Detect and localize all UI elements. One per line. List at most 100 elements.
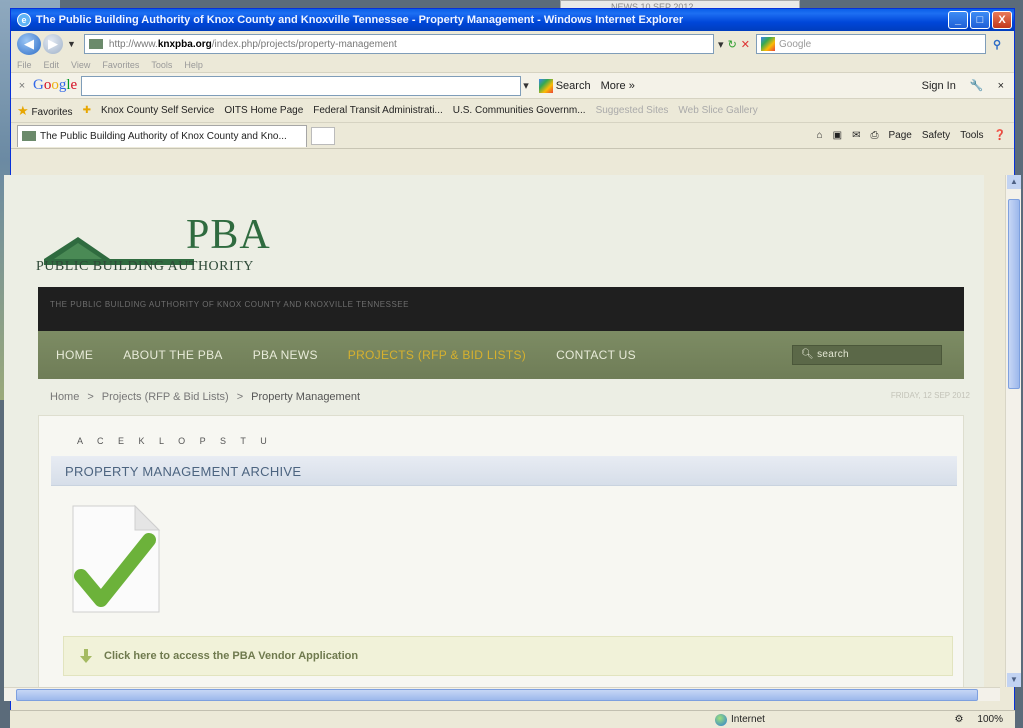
address-bar[interactable]: http://www. knxpba.org /index.php/projec…: [83, 34, 715, 54]
close-button[interactable]: X: [992, 11, 1012, 29]
scroll-down-icon[interactable]: ▼: [1007, 673, 1021, 687]
menu-edit[interactable]: Edit: [44, 60, 60, 70]
nav-home[interactable]: HOME: [56, 348, 93, 362]
safety-menu[interactable]: Safety: [922, 130, 950, 141]
zoom-level[interactable]: 100%: [977, 714, 1003, 725]
history-dropdown-icon[interactable]: ▼: [67, 39, 76, 49]
google-more-button[interactable]: More »: [601, 80, 635, 92]
stop-icon[interactable]: ✕: [741, 38, 750, 51]
fav-item-web-slice[interactable]: Web Slice Gallery: [678, 105, 757, 116]
nav-projects[interactable]: PROJECTS (RFP & BID LISTS): [348, 348, 526, 362]
google-icon: [538, 78, 553, 93]
horizontal-scroll-thumb[interactable]: [16, 689, 978, 701]
nav-about[interactable]: ABOUT THE PBA: [123, 348, 222, 362]
zone-label: Internet: [731, 714, 765, 725]
favorites-button[interactable]: ★ Favorites: [17, 103, 73, 119]
vendor-application-link[interactable]: Click here to access the PBA Vendor Appl…: [63, 636, 953, 676]
feeds-icon[interactable]: ▣: [833, 130, 842, 141]
wrench-icon[interactable]: 🔧: [970, 79, 984, 92]
archive-header: PROPERTY MANAGEMENT ARCHIVE: [51, 456, 957, 486]
minimize-button[interactable]: _: [948, 11, 968, 29]
alphabet-letters[interactable]: A C E K L O P S T U: [77, 436, 273, 446]
globe-icon: [715, 713, 727, 726]
zoom-area: ⚙ 100%: [954, 714, 1003, 725]
tab-pba[interactable]: The Public Building Authority of Knox Co…: [17, 124, 307, 147]
add-favorite-icon[interactable]: ✚: [83, 105, 91, 116]
breadcrumb-separator: >: [236, 391, 244, 403]
site-favicon-icon: [88, 39, 103, 49]
home-icon[interactable]: ⌂: [817, 130, 823, 141]
vertical-scrollbar[interactable]: ▲ ▼: [1005, 175, 1021, 687]
print-icon[interactable]: ⎙: [870, 130, 878, 141]
logo-abbr: PBA: [186, 212, 271, 258]
fav-item-oits[interactable]: OITS Home Page: [224, 105, 303, 116]
fav-item-us-communities[interactable]: U.S. Communities Governm...: [453, 105, 586, 116]
google-toolbar-x-icon[interactable]: ×: [998, 80, 1004, 92]
title-bar: e The Public Building Authority of Knox …: [11, 9, 1014, 31]
breadcrumb-separator: >: [87, 391, 94, 403]
tools-menu[interactable]: Tools: [960, 130, 983, 141]
breadcrumb: Home > Projects (RFP & Bid Lists) > Prop…: [50, 391, 970, 403]
document-check-icon: [72, 504, 161, 613]
nav-contact[interactable]: CONTACT US: [556, 348, 636, 362]
breadcrumb-projects[interactable]: Projects (RFP & Bid Lists): [102, 391, 229, 403]
browser-search-input[interactable]: Google: [756, 34, 986, 54]
current-date: FRIDAY, 12 SEP 2012: [890, 391, 970, 400]
google-toolbar-close-icon[interactable]: ×: [15, 80, 29, 92]
google-signin-button[interactable]: Sign In: [922, 80, 956, 92]
help-icon[interactable]: ❓: [994, 130, 1006, 141]
pba-logo[interactable]: PBA PUBLIC BUILDING AUTHORITY: [34, 211, 314, 281]
page-menu[interactable]: Page: [888, 130, 911, 141]
maximize-button[interactable]: □: [970, 11, 990, 29]
forward-button[interactable]: ▶: [43, 34, 63, 54]
favorites-bar: ★ Favorites ✚ Knox County Self Service O…: [11, 99, 1014, 123]
search-go-icon[interactable]: ⚲: [986, 38, 1008, 51]
google-icon: [761, 37, 775, 51]
down-arrow-icon: [80, 649, 92, 663]
url-path: /index.php/projects/property-management: [211, 38, 397, 50]
site-search-placeholder: search: [817, 349, 849, 360]
google-search-button[interactable]: Search: [538, 78, 591, 93]
site-tagline-bar: THE PUBLIC BUILDING AUTHORITY OF KNOX CO…: [38, 287, 964, 331]
menu-tools[interactable]: Tools: [151, 60, 172, 70]
horizontal-scrollbar[interactable]: [4, 687, 1000, 701]
logo-full-name: PUBLIC BUILDING AUTHORITY: [36, 259, 254, 274]
breadcrumb-home[interactable]: Home: [50, 391, 79, 403]
site-search-input[interactable]: 🔍︎ search: [792, 345, 942, 365]
content-panel: A C E K L O P S T U PROPERTY MANAGEMENT …: [38, 415, 964, 687]
address-toolbar: ◀ ▶ ▼ http://www. knxpba.org /index.php/…: [11, 31, 1014, 57]
status-bar: Internet ⚙ 100%: [10, 710, 1015, 728]
fav-item-suggested-sites[interactable]: Suggested Sites: [596, 105, 669, 116]
tab-bar: The Public Building Authority of Knox Co…: [11, 123, 1014, 149]
mail-icon[interactable]: ✉: [852, 130, 860, 141]
fav-item-knox-self-service[interactable]: Knox County Self Service: [101, 105, 214, 116]
fav-item-fta[interactable]: Federal Transit Administrati...: [313, 105, 443, 116]
tab-title: The Public Building Authority of Knox Co…: [40, 130, 287, 142]
ie-icon: e: [17, 13, 31, 27]
menu-help[interactable]: Help: [184, 60, 203, 70]
google-search-dropdown-icon[interactable]: ▾: [523, 79, 529, 92]
refresh-icon[interactable]: ↻: [728, 38, 737, 51]
alphabet-filter[interactable]: A C E K L O P S T U: [77, 436, 273, 446]
search-icon: 🔍︎: [801, 349, 814, 360]
breadcrumb-current: Property Management: [251, 391, 361, 403]
google-search-input[interactable]: [81, 75, 522, 96]
security-zone: Internet: [715, 713, 765, 726]
menu-file[interactable]: File: [17, 60, 32, 70]
site-favicon-icon: [22, 131, 36, 141]
back-button[interactable]: ◀: [17, 33, 41, 55]
vertical-scroll-thumb[interactable]: [1008, 199, 1020, 389]
menu-bar: File Edit View Favorites Tools Help: [11, 57, 1014, 73]
google-sign-area: Sign In 🔧 ×: [922, 79, 1004, 93]
command-bar: ⌂ ▣ ✉ ⎙ Page Safety Tools ❓: [817, 130, 1006, 141]
page-viewport: PBA PUBLIC BUILDING AUTHORITY THE PUBLIC…: [4, 175, 984, 687]
menu-favorites[interactable]: Favorites: [102, 60, 139, 70]
favorites-label: Favorites: [31, 106, 73, 118]
address-dropdown-icon[interactable]: ▾: [718, 38, 724, 51]
new-tab-button[interactable]: [311, 126, 335, 145]
scroll-up-icon[interactable]: ▲: [1007, 175, 1021, 189]
archive-title: PROPERTY MANAGEMENT ARCHIVE: [65, 464, 302, 479]
protected-mode-icon[interactable]: ⚙: [954, 714, 963, 725]
menu-view[interactable]: View: [71, 60, 90, 70]
nav-news[interactable]: PBA NEWS: [253, 348, 318, 362]
